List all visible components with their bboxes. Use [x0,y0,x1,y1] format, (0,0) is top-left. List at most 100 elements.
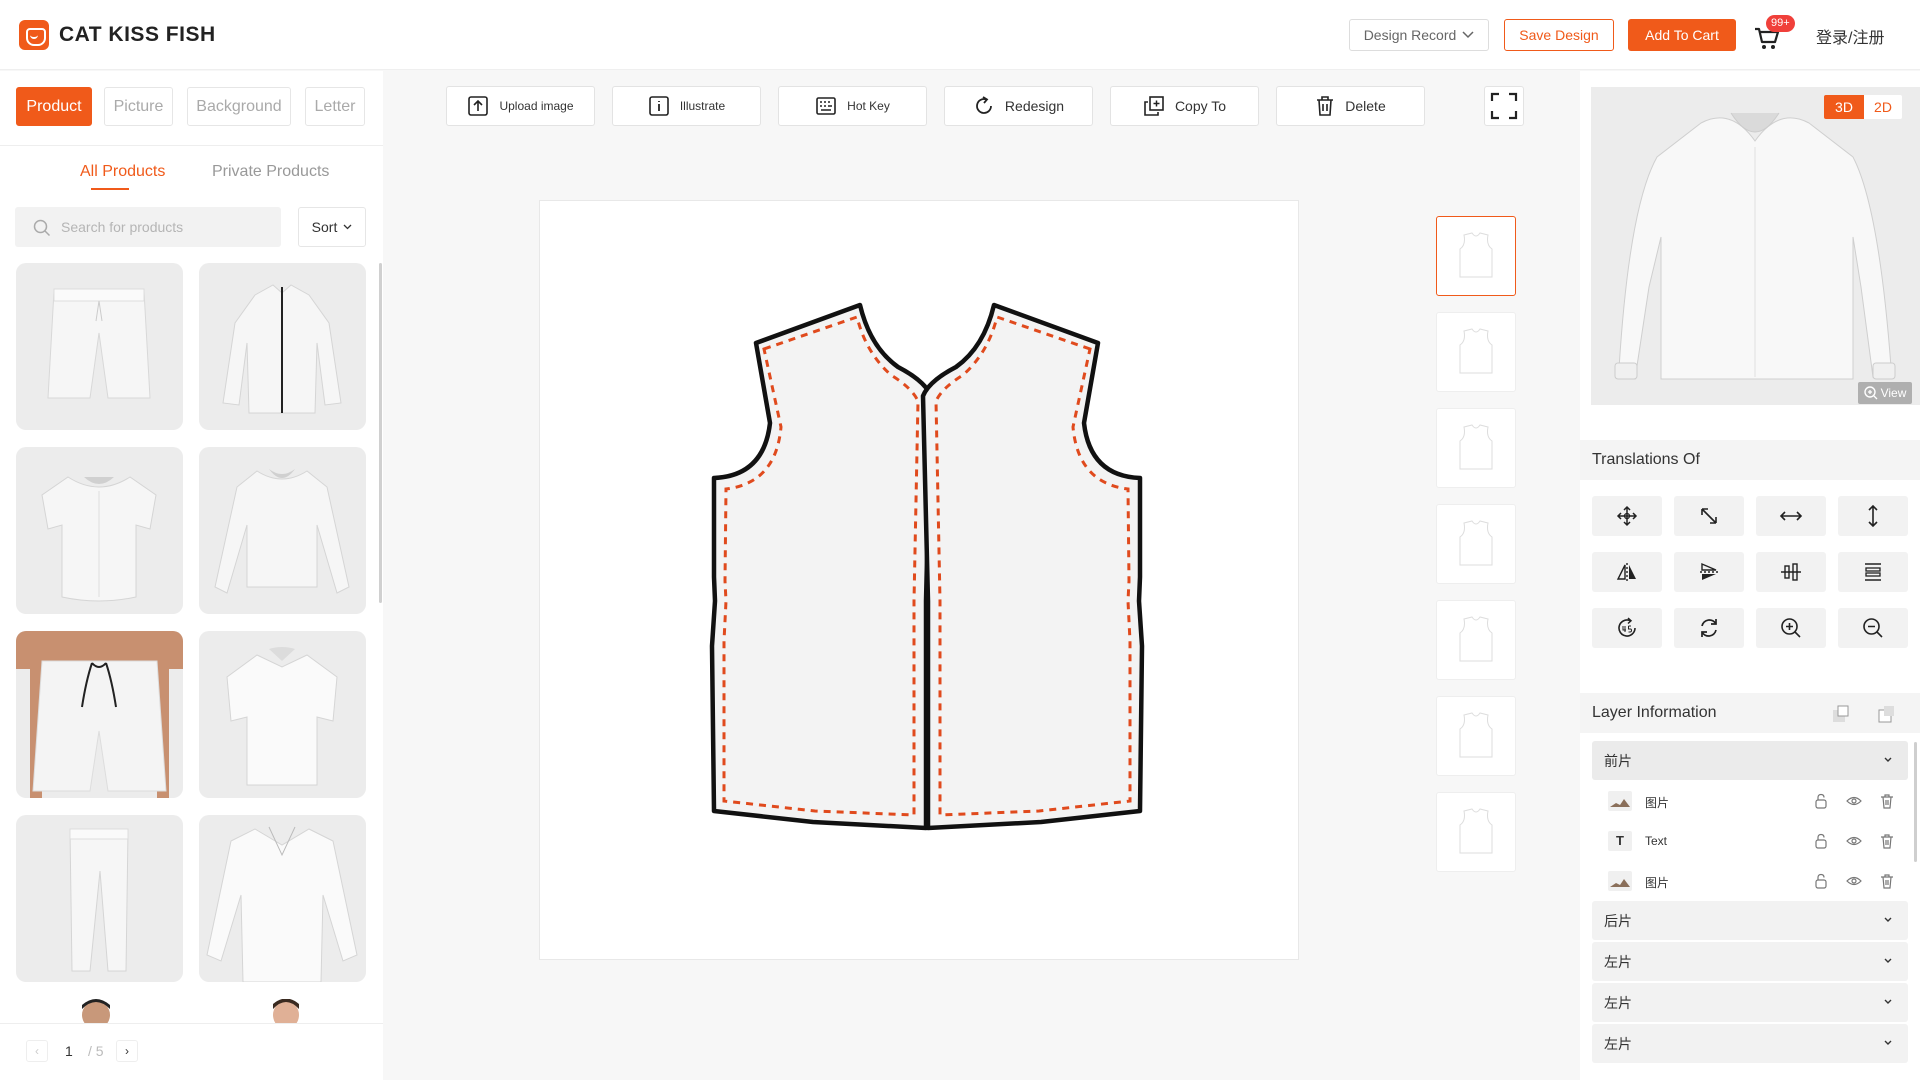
translations-title: Translations Of [1592,451,1700,468]
mirror-vertical-button[interactable] [1674,552,1744,592]
add-to-cart-button[interactable]: Add To Cart [1628,19,1736,51]
layer-group-left[interactable]: 左片 [1592,942,1908,981]
zoom-out-button[interactable] [1838,608,1908,648]
copy-to-button[interactable]: Copy To [1110,86,1259,126]
product-card-shorts[interactable] [16,263,183,430]
layer-item[interactable]: 图片 [1592,781,1908,821]
next-page-button[interactable]: › [116,1040,138,1062]
lock-icon[interactable] [1814,873,1828,889]
chevron-down-icon [343,224,352,230]
layer-group-left[interactable]: 左片 [1592,983,1908,1022]
layer-group-back[interactable]: 后片 [1592,901,1908,940]
fullscreen-icon [1490,92,1518,120]
toggle-2d-button[interactable]: 2D [1864,95,1902,119]
piece-thumbnail[interactable] [1436,696,1516,776]
search-box [15,207,281,247]
garment-pattern[interactable] [540,201,1300,961]
layer-group-label: 左片 [1604,1035,1632,1052]
align-center-v-icon [1865,563,1881,581]
illustrate-button[interactable]: Illustrate [612,86,761,126]
tab-product[interactable]: Product [16,87,92,126]
piece-thumbnail[interactable] [1436,792,1516,872]
product-image-bomber-jacket [214,469,350,594]
product-image-shorts [47,288,151,399]
layer-item[interactable]: T Text [1592,821,1908,861]
tab-letter[interactable]: Letter [305,87,365,126]
trash-icon[interactable] [1880,833,1894,849]
flip-horizontal-button[interactable] [1756,496,1826,536]
move-icon [1616,505,1638,527]
product-card-short-sleeve-shirt[interactable] [199,631,366,798]
cart-badge: 99+ [1766,15,1795,32]
piece-thumbnail[interactable] [1436,600,1516,680]
lock-icon[interactable] [1814,793,1828,809]
product-card-long-sleeve-shirt[interactable] [199,815,366,982]
resize-button[interactable] [1674,496,1744,536]
sort-dropdown[interactable]: Sort [298,207,366,247]
trash-icon[interactable] [1880,873,1894,889]
piece-thumbnail[interactable] [1436,408,1516,488]
tab-picture[interactable]: Picture [104,87,173,126]
layer-add-icon[interactable] [1832,705,1850,723]
piece-thumbnail[interactable] [1436,504,1516,584]
layer-name: 图片 [1645,876,1670,890]
product-card-pants[interactable] [16,815,183,982]
view-label: View [1880,386,1907,400]
eye-icon[interactable] [1846,873,1862,889]
total-pages: / 5 [88,1043,104,1059]
view-button[interactable]: View [1858,382,1912,404]
trash-icon[interactable] [1880,793,1894,809]
mirror-horizontal-button[interactable] [1592,552,1662,592]
login-register-link[interactable]: 登录/注册 [1816,24,1884,48]
search-input[interactable] [61,215,271,239]
piece-thumbnail[interactable] [1436,312,1516,392]
scrollbar[interactable] [379,263,382,603]
rotate-45-button[interactable] [1592,608,1662,648]
logo[interactable]: CAT KISS FISH [19,20,216,50]
product-card-zip-jacket[interactable] [199,263,366,430]
design-record-label: Design Record [1363,27,1457,43]
layer-group-front[interactable]: 前片 [1592,741,1908,780]
product-card-bomber-jacket[interactable] [199,447,366,614]
rotate-button[interactable] [1674,608,1744,648]
layer-item[interactable]: 图片 [1592,861,1908,901]
prev-page-button[interactable]: ‹ [26,1040,48,1062]
fullscreen-button[interactable] [1484,86,1524,126]
subtab-all-products[interactable]: All Products [80,163,165,181]
align-center-horizontal-button[interactable] [1756,552,1826,592]
flip-vertical-button[interactable] [1838,496,1908,536]
eye-icon[interactable] [1846,793,1862,809]
layer-copy-icon[interactable] [1878,705,1896,723]
vest-thumb-icon [1459,520,1493,566]
lock-icon[interactable] [1814,833,1828,849]
info-icon [649,96,669,116]
piece-thumbnail[interactable] [1436,216,1516,296]
delete-button[interactable]: Delete [1276,86,1425,126]
design-record-dropdown[interactable]: Design Record [1349,19,1489,51]
product-card-baseball-shirt[interactable] [16,447,183,614]
chevron-down-icon [1884,757,1892,762]
eye-icon[interactable] [1846,833,1862,849]
design-canvas[interactable] [539,200,1299,960]
move-button[interactable] [1592,496,1662,536]
save-design-button[interactable]: Save Design [1504,19,1614,51]
tab-background[interactable]: Background [187,87,291,126]
flip-vertical-icon [1868,504,1878,528]
layer-name: 图片 [1645,796,1670,810]
3d-preview[interactable] [1591,87,1920,405]
align-center-vertical-button[interactable] [1838,552,1908,592]
redesign-button[interactable]: Redesign [944,86,1093,126]
rotate-icon [1701,619,1717,637]
layer-group-left[interactable]: 左片 [1592,1024,1908,1063]
upload-image-button[interactable]: Upload image [446,86,595,126]
copy-to-label: Copy To [1174,98,1227,114]
toggle-3d-button[interactable]: 3D [1824,95,1864,119]
zoom-in-icon [1863,386,1878,400]
product-card-drawstring-shorts[interactable] [16,631,183,798]
scrollbar[interactable] [1914,742,1917,862]
hot-key-button[interactable]: Hot Key [778,86,927,126]
zoom-in-button[interactable] [1756,608,1826,648]
text-layer-icon: T [1608,831,1632,851]
subtab-private-products[interactable]: Private Products [212,163,329,181]
layer-group-label: 后片 [1604,912,1632,929]
